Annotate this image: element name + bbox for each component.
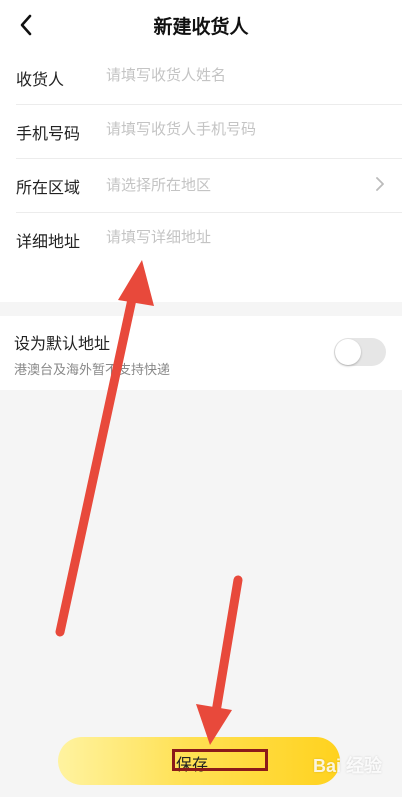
name-label: 收货人: [16, 72, 65, 89]
default-address-note: 港澳台及海外暂不支持快递: [14, 362, 171, 377]
region-select[interactable]: 请选择所在地区: [106, 174, 211, 195]
toggle-knob: [335, 339, 361, 365]
default-address-section: 设为默认地址 港澳台及海外暂不支持快递: [0, 316, 402, 390]
chevron-right-icon: [376, 177, 384, 191]
arrow-down-to-save: [196, 575, 243, 745]
form-row-detail: 详细地址: [16, 212, 402, 266]
nav-bar: 新建收货人: [0, 0, 402, 50]
detail-input[interactable]: [106, 224, 366, 250]
address-form: 收货人 手机号码 所在区域 请选择所在地区 详细地址: [0, 50, 402, 302]
region-label: 所在区域: [16, 180, 81, 197]
page-title: 新建收货人: [153, 17, 249, 38]
default-address-title: 设为默认地址: [14, 336, 111, 353]
phone-input[interactable]: [106, 116, 366, 142]
name-input[interactable]: [106, 62, 366, 88]
form-row-phone: 手机号码: [16, 104, 402, 159]
highlight-box: [172, 749, 268, 771]
form-row-region[interactable]: 所在区域 请选择所在地区: [16, 158, 402, 213]
watermark: Bai 经验: [312, 756, 382, 776]
detail-label: 详细地址: [16, 234, 81, 251]
default-address-toggle[interactable]: [334, 338, 386, 366]
phone-label: 手机号码: [16, 126, 81, 143]
form-row-name: 收货人: [16, 50, 402, 105]
